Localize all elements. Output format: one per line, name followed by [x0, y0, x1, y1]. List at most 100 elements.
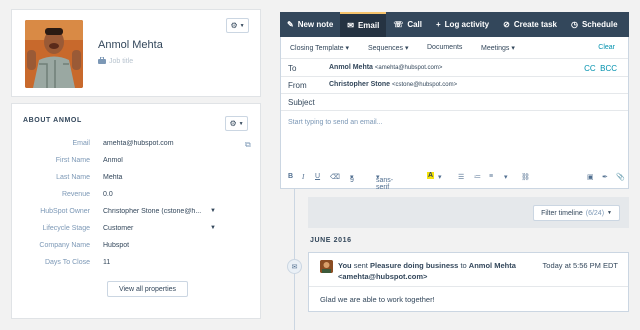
property-value[interactable]: Christopher Stone (cstone@h...	[103, 208, 207, 215]
property-hubspot-owner[interactable]: HubSpot Owner Christopher Stone (cstone@…	[12, 208, 262, 220]
gear-icon: ⚙	[229, 119, 237, 128]
italic-icon[interactable]: I	[302, 173, 304, 181]
tab-new-note[interactable]: ✎ New note	[280, 12, 340, 37]
property-label: Company Name	[39, 242, 90, 249]
property-label: Lifecycle Stage	[42, 225, 90, 232]
contact-actions-button[interactable]: ⚙ ▼	[226, 18, 249, 33]
attachment-icon[interactable]: 📎	[616, 173, 625, 181]
numbered-list-icon[interactable]: ≔	[474, 173, 481, 181]
signature-icon[interactable]: ✒	[602, 173, 608, 181]
gear-icon: ⚙	[230, 21, 238, 30]
align-icon[interactable]: ≡	[489, 173, 493, 180]
tab-label: Schedule	[581, 20, 618, 29]
filter-timeline-button[interactable]: Filter timeline (6/24) ▼	[533, 205, 620, 221]
property-email[interactable]: Email amehta@hubspot.com ⧉	[12, 140, 262, 152]
tab-label: Log activity	[444, 20, 490, 29]
tab-label: Call	[407, 20, 422, 29]
subject-row[interactable]: Subject	[281, 94, 628, 111]
check-circle-icon: ⊘	[503, 20, 510, 29]
property-label: First Name	[55, 157, 90, 164]
chevron-down-icon[interactable]: ▾	[438, 173, 442, 181]
clock-icon: ◷	[570, 20, 578, 29]
chevron-down-icon[interactable]: ▾	[504, 173, 508, 181]
email-body-input[interactable]: Start typing to send an email...	[288, 119, 383, 126]
property-days-to-close[interactable]: Days To Close 11	[12, 259, 262, 271]
to-label: To	[288, 64, 297, 73]
property-value[interactable]: Anmol	[103, 157, 215, 164]
property-first-name[interactable]: First Name Anmol	[12, 157, 262, 169]
plus-icon: +	[436, 20, 441, 29]
job-title-field[interactable]: Job title	[98, 56, 134, 66]
property-value[interactable]: 0.0	[103, 191, 215, 198]
chevron-down-icon: ▼	[239, 22, 245, 29]
property-lifecycle-stage[interactable]: Lifecycle Stage Customer ▼	[12, 225, 262, 237]
tab-call[interactable]: ☏ Call	[386, 12, 429, 37]
tab-schedule[interactable]: ◷ Schedule	[564, 12, 625, 37]
sequences-dropdown[interactable]: Sequences ▾	[368, 44, 409, 52]
documents-button[interactable]: Documents	[427, 44, 462, 51]
contact-avatar[interactable]	[25, 20, 83, 88]
from-sender[interactable]: Christopher Stone <cstone@hubspot.com>	[329, 81, 457, 88]
link-icon[interactable]: ⛓	[521, 173, 530, 181]
sender-avatar	[320, 260, 333, 273]
property-label: Email	[72, 140, 90, 147]
email-card-header[interactable]: You sent Pleasure doing business to Anmo…	[309, 253, 628, 287]
pencil-icon: ✎	[287, 20, 294, 29]
envelope-icon: ✉	[347, 21, 354, 30]
external-link-icon[interactable]: ⧉	[245, 140, 251, 150]
property-value[interactable]: Mehta	[103, 174, 215, 181]
property-company-name[interactable]: Company Name Hubspot	[12, 242, 262, 254]
clear-button[interactable]: Clear	[598, 44, 615, 51]
to-recipient[interactable]: Anmol Mehta <amehta@hubspot.com>	[329, 64, 442, 71]
tab-email[interactable]: ✉ Email	[340, 12, 387, 37]
tab-label: Create task	[513, 20, 557, 29]
property-value[interactable]: amehta@hubspot.com	[103, 140, 215, 147]
view-all-properties-button[interactable]: View all properties	[107, 281, 188, 297]
about-actions-button[interactable]: ⚙ ▼	[225, 116, 248, 131]
tab-create-task[interactable]: ⊘ Create task	[496, 12, 564, 37]
month-header: JUNE 2016	[310, 237, 352, 244]
email-summary: You sent Pleasure doing business to Anmo…	[338, 261, 516, 270]
tab-label: New note	[297, 20, 334, 29]
email-composer: Closing Template ▾ Sequences ▾ Documents…	[280, 37, 629, 191]
phone-icon: ☏	[393, 20, 404, 29]
bullet-list-icon[interactable]: ☰	[458, 173, 464, 181]
envelope-icon: ✉	[287, 259, 302, 274]
caret-down-icon[interactable]: ▼	[210, 225, 216, 231]
eraser-icon[interactable]: ⌫	[330, 173, 340, 181]
to-row[interactable]: To Anmol Mehta <amehta@hubspot.com> CC B…	[281, 60, 628, 77]
property-value[interactable]: Hubspot	[103, 242, 215, 249]
bcc-link[interactable]: BCC	[600, 64, 617, 73]
property-value[interactable]: Customer	[103, 225, 215, 232]
property-value[interactable]: 11	[103, 259, 215, 266]
contact-name[interactable]: Anmol Mehta	[98, 39, 163, 51]
job-title-placeholder: Job title	[109, 58, 134, 65]
filter-count: (6/24)	[585, 209, 605, 217]
font-family-dropdown[interactable]: sans-serif ▾	[376, 173, 393, 191]
property-label: Days To Close	[44, 259, 90, 266]
caret-down-icon[interactable]: ▼	[210, 208, 216, 214]
property-label: Revenue	[61, 191, 90, 198]
filter-panel: Filter timeline (6/24) ▼	[308, 197, 629, 228]
highlight-color-icon[interactable]: A	[427, 172, 435, 179]
email-timeline-card[interactable]: You sent Pleasure doing business to Anmo…	[308, 252, 629, 312]
from-row[interactable]: From Christopher Stone <cstone@hubspot.c…	[281, 77, 628, 94]
underline-icon[interactable]: U	[315, 173, 320, 180]
closing-template-dropdown[interactable]: Closing Template ▾	[290, 44, 349, 52]
email-body-text: Glad we are able to work together!	[320, 295, 435, 304]
email-timestamp: Today at 5:56 PM EDT	[542, 261, 618, 270]
cc-link[interactable]: CC	[584, 64, 596, 73]
image-icon[interactable]: ▣	[587, 173, 594, 181]
composer-toolbar: Closing Template ▾ Sequences ▾ Documents…	[281, 37, 628, 59]
tab-label: Email	[357, 21, 380, 30]
font-size-dropdown[interactable]: 9 ▾	[350, 173, 354, 184]
cc-bcc-links: CC BCC	[584, 64, 617, 73]
property-revenue[interactable]: Revenue 0.0	[12, 191, 262, 203]
from-label: From	[288, 81, 307, 90]
bold-icon[interactable]: B	[288, 173, 293, 180]
recipient-email: <amehta@hubspot.com>	[338, 272, 428, 281]
property-last-name[interactable]: Last Name Mehta	[12, 174, 262, 186]
tab-log-activity[interactable]: + Log activity	[429, 12, 496, 37]
meetings-dropdown[interactable]: Meetings ▾	[481, 44, 515, 52]
about-card: ABOUT ANMOL ⚙ ▼ Email amehta@hubspot.com…	[11, 103, 261, 319]
